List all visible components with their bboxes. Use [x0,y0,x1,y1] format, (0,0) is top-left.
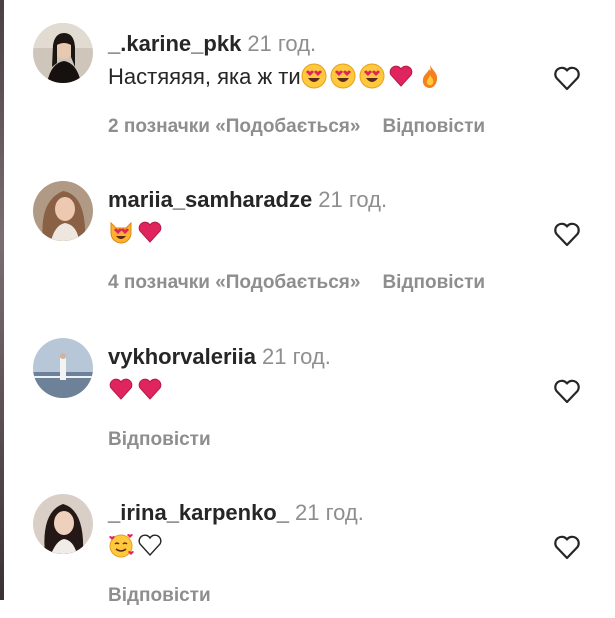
red-heart-icon [388,63,414,89]
timestamp[interactable]: 21 год. [262,344,331,369]
comment-header: mariia_samharadze 21 год. [108,186,387,214]
comment-text: Настяяяя, яка ж ти [108,62,446,92]
reply-button[interactable]: Відповісти [382,116,485,137]
heart-eyes-cat-icon [108,219,134,245]
avatar[interactable] [33,338,93,398]
comment-meta: Відповісти [108,429,233,451]
comment-text [108,531,166,561]
comment-text [108,375,166,405]
comment-header: _.karine_pkk 21 год. [108,30,316,58]
heart-eyes-face-icon [301,63,327,89]
white-heart-icon [137,532,163,558]
username[interactable]: mariia_samharadze [108,187,312,212]
comment: _.karine_pkk 21 год. Настяяяя, яка ж ти 2… [0,0,615,150]
comment-body: Настяяяя, яка ж ти [108,64,301,89]
likes-count[interactable]: 4 позначки «Подобається» [108,272,360,293]
comment-header: _irina_karpenko_ 21 год. [108,499,364,527]
reply-button[interactable]: Відповісти [382,272,485,293]
heart-eyes-face-icon [359,63,385,89]
comment: _irina_karpenko_ 21 год. Відповісти [0,468,615,618]
comment-meta: 4 позначки «Подобається» Відповісти [108,272,507,294]
heart-outline-icon[interactable] [552,219,582,249]
reply-button[interactable]: Відповісти [108,429,211,450]
timestamp[interactable]: 21 год. [318,187,387,212]
comment: vykhorvaleriia 21 год. Відповісти [0,312,615,462]
heart-outline-icon[interactable] [552,376,582,406]
heart-outline-icon[interactable] [552,63,582,93]
username[interactable]: vykhorvaleriia [108,344,256,369]
fire-icon [417,63,443,89]
timestamp[interactable]: 21 год. [295,500,364,525]
avatar[interactable] [33,494,93,554]
comment-meta: Відповісти [108,585,233,607]
red-heart-icon [137,376,163,402]
red-heart-icon [137,219,163,245]
comment-text [108,218,166,248]
avatar[interactable] [33,181,93,241]
comment-header: vykhorvaleriia 21 год. [108,343,331,371]
heart-outline-icon[interactable] [552,532,582,562]
reply-button[interactable]: Відповісти [108,585,211,606]
avatar[interactable] [33,23,93,83]
timestamp[interactable]: 21 год. [247,31,316,56]
heart-eyes-face-icon [330,63,356,89]
comment: mariia_samharadze 21 год. 4 позначки «Под… [0,155,615,305]
smiling-face-with-hearts-icon [108,532,134,558]
likes-count[interactable]: 2 позначки «Подобається» [108,116,360,137]
comment-meta: 2 позначки «Подобається» Відповісти [108,116,507,138]
red-heart-icon [108,376,134,402]
username[interactable]: _irina_karpenko_ [108,500,289,525]
username[interactable]: _.karine_pkk [108,31,241,56]
